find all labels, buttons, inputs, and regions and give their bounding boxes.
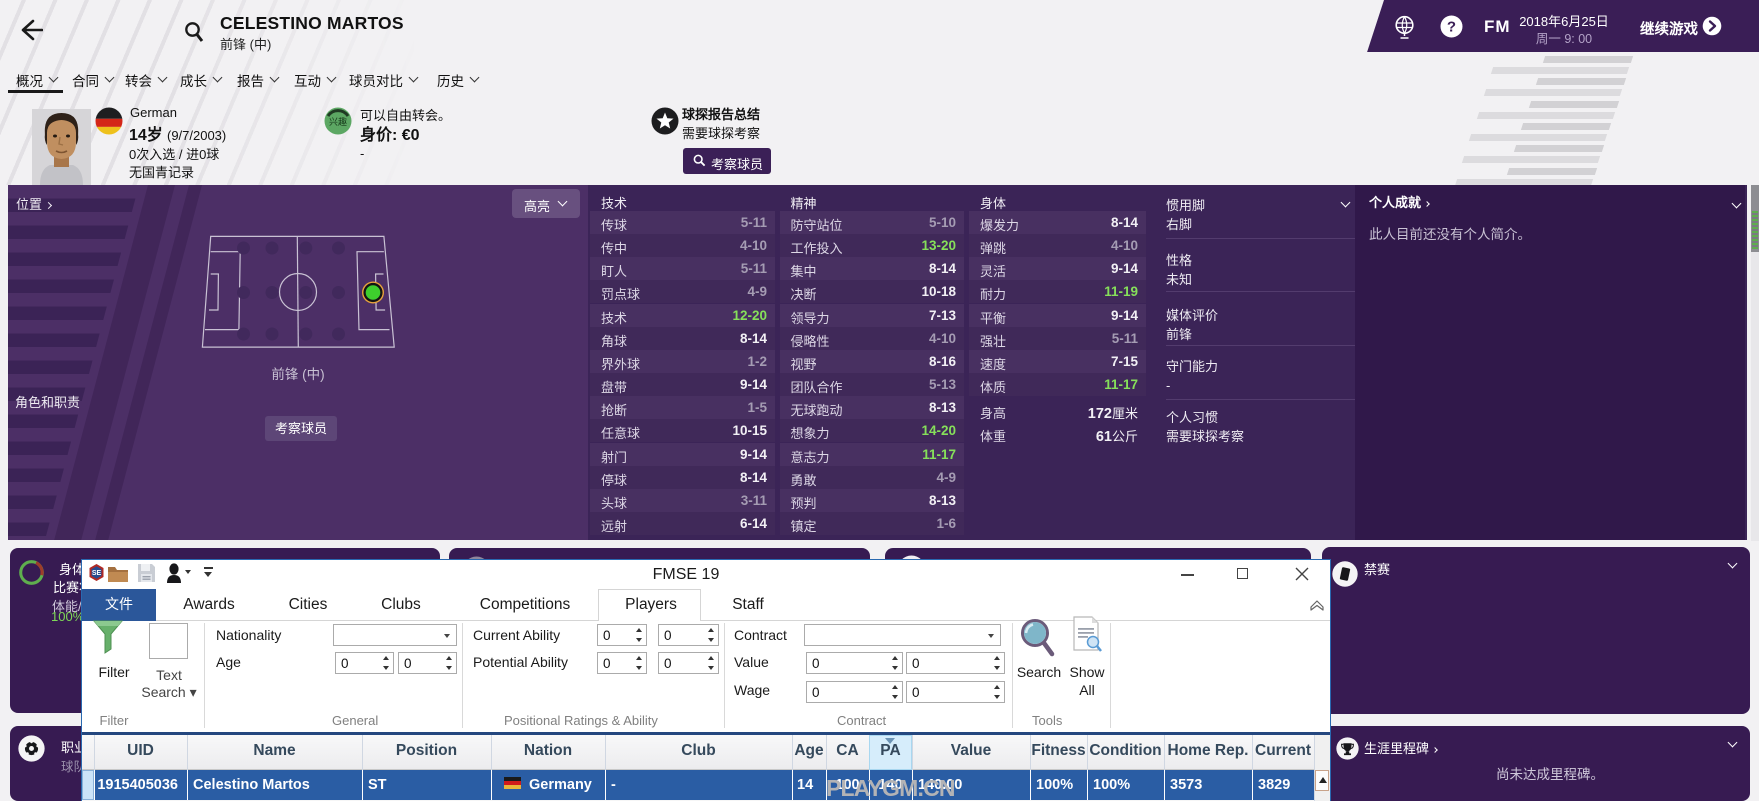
svg-text:?: ? <box>1447 19 1456 36</box>
svg-text:兴趣: 兴趣 <box>329 116 347 127</box>
svg-text:SE: SE <box>92 570 102 577</box>
